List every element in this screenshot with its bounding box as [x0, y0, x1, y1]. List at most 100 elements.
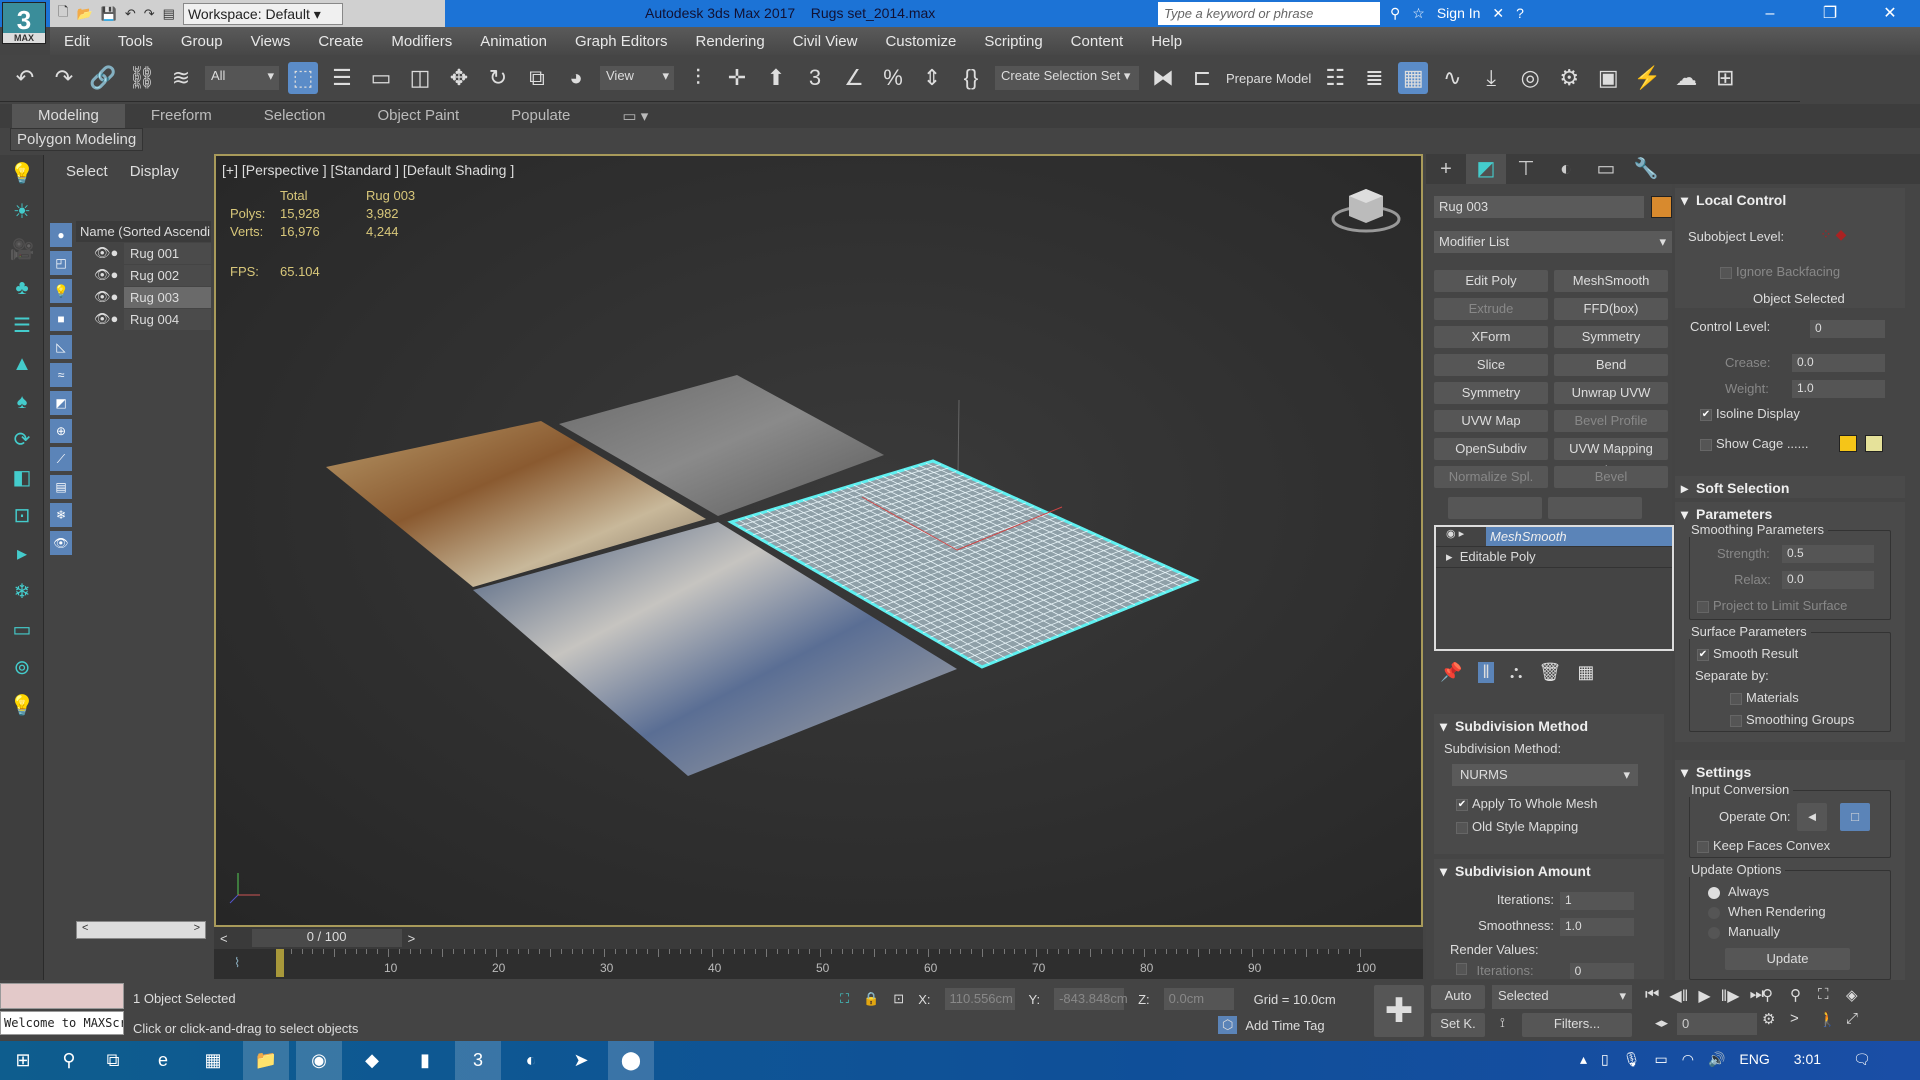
ribbon-tab-object-paint[interactable]: Object Paint [351, 104, 485, 128]
absolute-mode-icon[interactable]: ⊡ [893, 991, 904, 1007]
explorer-row[interactable]: 👁● Rug 004 [76, 308, 211, 330]
schematic-view-icon[interactable]: ⤓ [1476, 62, 1506, 94]
project-icon[interactable]: ▤ [163, 6, 175, 22]
tree-card-icon[interactable]: ♠ [0, 383, 44, 421]
edit-named-sets-icon[interactable]: {} [956, 62, 986, 94]
menu-rendering[interactable]: Rendering [681, 33, 778, 50]
zoom-extents-all-icon[interactable]: ◈ [1846, 986, 1874, 1004]
camera-icon[interactable]: 🎥 [0, 231, 44, 269]
curve-editor-toggle-icon[interactable]: ⌇ [234, 955, 240, 971]
smoothness-spinner[interactable]: 1.0 [1560, 918, 1634, 936]
go-to-start-icon[interactable]: ⏮ [1645, 986, 1659, 1006]
xrefs-filter-icon[interactable]: ⊕ [50, 419, 72, 443]
pivot-icon[interactable]: ⫶ [683, 62, 713, 94]
menu-create[interactable]: Create [304, 33, 377, 50]
frozen-filter-icon[interactable]: ❄ [50, 503, 72, 527]
ribbon-tab-modeling[interactable]: Modeling [12, 104, 125, 128]
language-indicator[interactable]: ENG [1739, 1051, 1769, 1068]
redo-icon[interactable]: ↷ [144, 6, 155, 22]
save-icon[interactable]: 💾 [101, 6, 117, 22]
sign-in-button[interactable]: Sign In [1437, 5, 1481, 22]
when-rendering-radio[interactable]: When Rendering [1708, 904, 1826, 919]
task-view-icon[interactable]: ⧉ [90, 1041, 136, 1080]
modifier-button-bend[interactable]: Bend [1554, 354, 1668, 376]
visibility-eye-icon[interactable]: 👁● [76, 245, 124, 261]
smooth-result-checkbox[interactable]: ✔ Smooth Result [1697, 646, 1798, 661]
prepare-model-label[interactable]: Prepare Model [1226, 71, 1311, 86]
angle-snap-icon[interactable]: ∠ [839, 62, 869, 94]
spacewarps-filter-icon[interactable]: ≈ [50, 363, 72, 387]
operate-on-triangles-button[interactable]: ◄ [1797, 803, 1827, 831]
key-filters-button[interactable]: Filters... [1522, 1013, 1632, 1037]
trees-icon[interactable]: ♣ [0, 269, 44, 307]
key-mode-dropdown[interactable]: Selected ▾ [1492, 985, 1632, 1009]
modifier-set-blank-button[interactable] [1448, 497, 1542, 519]
isoline-display-checkbox[interactable]: ✔ Isoline Display [1700, 406, 1800, 421]
time-slider[interactable]: < 0 / 100 > [214, 927, 1423, 949]
material-editor-icon[interactable]: ◎ [1515, 62, 1545, 94]
rotate-icon[interactable]: ⟳ [0, 421, 44, 459]
modifier-button-bevel-profile[interactable]: Bevel Profile [1554, 410, 1668, 432]
pin-stack-icon[interactable]: 📌 [1440, 662, 1462, 683]
modifier-button-uvw-mapping-clear[interactable]: UVW Mapping Clear [1554, 438, 1668, 478]
telegram-icon[interactable]: ➤ [558, 1041, 604, 1080]
rollout-header[interactable]: ▾ Local Control [1675, 188, 1905, 213]
modifier-list-dropdown[interactable]: Modifier List ▾ [1434, 231, 1672, 253]
relax-spinner[interactable]: 0.0 [1782, 571, 1874, 589]
spinner-snap-icon[interactable]: ⇕ [917, 62, 947, 94]
modifier-button-bevel[interactable]: Bevel [1554, 466, 1668, 488]
rotate-icon[interactable]: ↻ [483, 62, 513, 94]
rollout-header[interactable]: ▾ Subdivision Method [1434, 714, 1664, 739]
minimize-icon[interactable]: – [1740, 0, 1800, 27]
percent-snap-icon[interactable]: % [878, 62, 908, 94]
prev-frame-icon[interactable]: < [220, 931, 228, 946]
y-coordinate-field[interactable]: -843.848cm [1054, 988, 1128, 1010]
visibility-eye-icon[interactable]: 👁● [76, 289, 124, 305]
scroll-left-icon[interactable]: < [82, 922, 88, 938]
next-key-icon[interactable]: ‖▶ [1721, 986, 1740, 1006]
apply-whole-mesh-checkbox[interactable]: ✔ Apply To Whole Mesh [1456, 796, 1664, 811]
binoculars-icon[interactable]: ⚲ [1390, 5, 1400, 22]
modifier-button-extrude[interactable]: Extrude [1434, 298, 1548, 320]
prev-key-icon[interactable]: ◀‖ [1669, 986, 1688, 1006]
time-slider-thumb[interactable]: 0 / 100 [251, 929, 402, 947]
search-icon[interactable]: ⚲ [46, 1041, 92, 1080]
ignore-backfacing-checkbox[interactable]: Ignore Backfacing [1720, 264, 1840, 279]
motion-tab-icon[interactable]: ◐ [1546, 154, 1586, 184]
materials-checkbox[interactable]: Materials [1730, 690, 1799, 705]
menu-scripting[interactable]: Scripting [970, 33, 1056, 50]
iterations-spinner[interactable]: 1 [1560, 892, 1634, 910]
cage-color-swatch-2[interactable] [1865, 435, 1883, 452]
bulb-small-icon[interactable]: 💡 [0, 687, 44, 725]
open-file-icon[interactable]: 📂 [76, 6, 92, 22]
notifications-icon[interactable]: 🗨 [1853, 1051, 1871, 1068]
window-crossing-icon[interactable]: ◫ [405, 62, 435, 94]
select-object-icon[interactable]: ⬚ [288, 62, 318, 94]
scene-explorer-icon[interactable]: ☷ [1320, 62, 1350, 94]
ribbon-options-icon[interactable]: ▭ ▾ [596, 104, 674, 128]
menu-views[interactable]: Views [237, 33, 305, 50]
helpers-filter-icon[interactable]: ◺ [50, 335, 72, 359]
menu-civil-view[interactable]: Civil View [779, 33, 872, 50]
mirror-icon[interactable]: ⧓ [1148, 62, 1178, 94]
lights-filter-icon[interactable]: 💡 [50, 279, 72, 303]
stack-item-meshsmooth[interactable]: ◉ ▸ MeshSmooth [1436, 527, 1672, 547]
menu-modifiers[interactable]: Modifiers [377, 33, 466, 50]
3dsmax-taskbar-icon[interactable]: 3 [455, 1041, 501, 1080]
zoom-all-icon[interactable]: ⚲ [1790, 986, 1818, 1004]
key-filters-icon[interactable]: ⟟ [1500, 1015, 1505, 1031]
play-icon[interactable]: ▶ [1698, 986, 1710, 1006]
star-icon[interactable]: ☆ [1412, 5, 1425, 22]
orbit-icon[interactable]: ⊚ [0, 649, 44, 687]
isolate-selection-icon[interactable]: ⛶ [840, 991, 849, 1007]
modifier-button-unwrap-uvw[interactable]: Unwrap UVW [1554, 382, 1668, 404]
explorer-horizontal-scrollbar[interactable]: < > [76, 921, 206, 939]
menu-tools[interactable]: Tools [104, 33, 167, 50]
track-bar[interactable]: 0102030405060708090100⌇ [214, 949, 1423, 979]
hierarchy-tab-icon[interactable]: ⊤ [1506, 154, 1546, 184]
strength-spinner[interactable]: 0.5 [1782, 545, 1874, 563]
modifier-button-opensubdiv[interactable]: OpenSubdiv [1434, 438, 1548, 460]
app-menu-button[interactable]: 3 MAX [2, 2, 46, 44]
control-level-spinner[interactable]: 0 [1810, 320, 1885, 338]
manually-radio[interactable]: Manually [1708, 924, 1780, 939]
